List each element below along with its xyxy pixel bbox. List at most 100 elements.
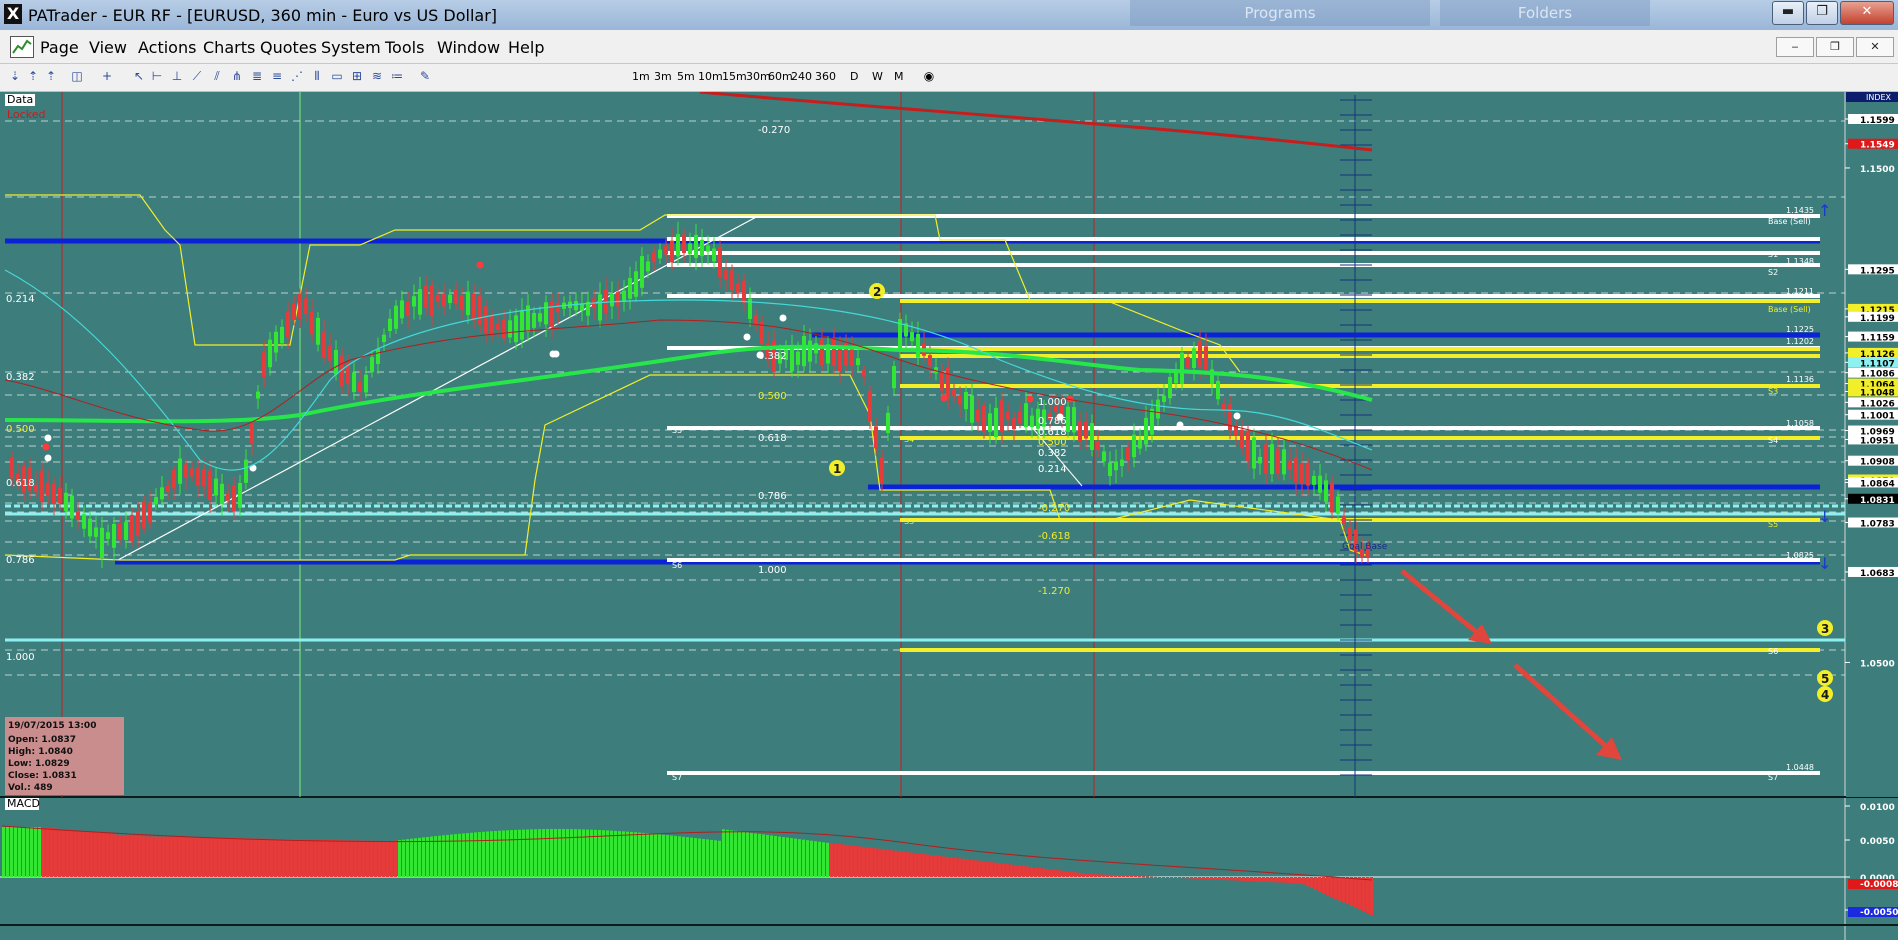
menu-help[interactable]: Help (508, 38, 544, 57)
candle-bull (1258, 456, 1262, 464)
mdi-minimize-button[interactable]: ‒ (1776, 37, 1814, 57)
candle-bear (406, 301, 410, 316)
macd-bar (886, 849, 889, 877)
candle-bull (1114, 461, 1118, 471)
fib-fan-icon[interactable]: ⋰ (290, 69, 304, 83)
macd-bar (1258, 877, 1261, 882)
macd-bar (866, 847, 869, 877)
menu-window[interactable]: Window (437, 38, 500, 57)
candle-bear (460, 295, 464, 310)
chart-icon[interactable]: ◫ (70, 69, 84, 83)
pitchfork-tool-icon[interactable]: ⋔ (230, 69, 244, 83)
candle-bull (124, 522, 128, 540)
timeframe-1m[interactable]: 1m (632, 70, 650, 83)
candle-bull (1312, 475, 1316, 485)
fib-label-right: -0.618 (1038, 531, 1070, 542)
macd-bar (962, 858, 965, 877)
price-label: 1.0951 (1860, 436, 1895, 446)
gann-tool-icon[interactable]: ⊞ (350, 69, 364, 83)
macd-bar (686, 837, 689, 877)
macd-bar (1358, 877, 1361, 910)
timeframe-360[interactable]: 360 (815, 70, 836, 83)
timeframe-10m[interactable]: 10m (698, 70, 723, 83)
macd-bar (74, 830, 77, 877)
candle-bull (466, 291, 470, 316)
macd-bar (238, 838, 241, 877)
arrow-down-icon[interactable]: ⇣ (8, 69, 22, 83)
macd-bar (606, 830, 609, 877)
timeframe-60m[interactable]: 60m (768, 70, 793, 83)
candle-bear (1240, 429, 1244, 449)
macd-bar (90, 832, 93, 877)
macd-bar (506, 830, 509, 877)
candle-bull (1180, 352, 1184, 384)
macd-bar (410, 838, 413, 877)
fractal-dot (44, 454, 52, 462)
timeframe-15m[interactable]: 15m (722, 70, 747, 83)
fib-retrace-icon[interactable]: ≣ (250, 69, 264, 83)
macd-value-red: -0.0008 (1860, 880, 1898, 890)
macd-bar (22, 827, 25, 877)
macd-bar (154, 836, 157, 877)
hline-tool-icon[interactable]: ⊥ (170, 69, 184, 83)
macd-bar (1326, 877, 1329, 896)
macd-bar (1366, 877, 1369, 914)
macd-bar (478, 832, 481, 877)
mdi-close-button[interactable]: ✕ (1856, 37, 1894, 57)
price-label: 1.1086 (1860, 370, 1895, 380)
menu-actions[interactable]: Actions (138, 38, 196, 57)
menu-tools[interactable]: Tools (385, 38, 424, 57)
macd-bar (334, 840, 337, 877)
mdi-restore-button[interactable]: ❐ (1816, 37, 1854, 57)
macd-tag[interactable]: MACD (7, 797, 40, 810)
arrow-up-red-icon[interactable]: ⇡ (44, 69, 58, 83)
macd-bar (258, 838, 261, 877)
macd-bar (1038, 867, 1041, 877)
maximize-button[interactable]: ❐ (1806, 1, 1838, 25)
timeframe-5m[interactable]: 5m (677, 70, 695, 83)
timeframe-monthly[interactable]: M (894, 70, 904, 83)
macd-bar (226, 837, 229, 877)
timeframe-weekly[interactable]: W (872, 70, 883, 83)
menu-page[interactable]: Page (40, 38, 79, 57)
timeframe-3m[interactable]: 3m (654, 70, 672, 83)
price-axis-bg (1846, 102, 1898, 797)
menu-system[interactable]: System (321, 38, 381, 57)
level-tool-icon[interactable]: ≔ (390, 69, 404, 83)
arrow-up-icon[interactable]: ⇡ (26, 69, 40, 83)
pointer-icon[interactable]: ↖ (132, 69, 146, 83)
minimize-button[interactable]: ▬ (1772, 1, 1804, 25)
macd-bar (518, 829, 521, 877)
line-tool-icon[interactable]: ⊢ (150, 69, 164, 83)
candle-bear (442, 293, 446, 307)
timeframe-30m[interactable]: 30m (746, 70, 771, 83)
candle-bull (1138, 439, 1142, 449)
channel-tool-icon[interactable]: ⫽ (210, 69, 224, 83)
clock-icon[interactable]: ◉ (922, 69, 936, 83)
candle-bear (1186, 357, 1190, 368)
data-tag[interactable]: Data (7, 93, 33, 106)
fib-extension-icon[interactable]: ≡ (270, 69, 284, 83)
candle-bull (1252, 437, 1256, 469)
macd-bar (206, 837, 209, 877)
timeframe-daily[interactable]: D (850, 70, 858, 83)
close-button[interactable]: ✕ (1840, 1, 1894, 25)
chart-area[interactable]: 0.2140.3820.5000.6180.7861.000-0.2700.38… (0, 92, 1898, 940)
macd-bar (1178, 877, 1181, 878)
macd-bar (550, 829, 553, 877)
pencil-icon[interactable]: ✎ (418, 69, 432, 83)
macd-bar (854, 845, 857, 877)
menu-view[interactable]: View (89, 38, 127, 57)
rectangle-tool-icon[interactable]: ▭ (330, 69, 344, 83)
menu-quotes[interactable]: Quotes (260, 38, 317, 57)
candle-bull (538, 313, 542, 322)
timeframe-240[interactable]: 240 (791, 70, 812, 83)
menu-charts[interactable]: Charts (203, 38, 255, 57)
text-tool-icon[interactable]: ≋ (370, 69, 384, 83)
trendline-tool-icon[interactable]: ⟋ (190, 69, 204, 83)
crosshair-icon[interactable]: + (100, 69, 114, 83)
macd-bar (1074, 872, 1077, 877)
macd-bar (162, 836, 165, 877)
macd-bar (654, 833, 657, 877)
fib-time-icon[interactable]: ⦀ (310, 69, 324, 83)
